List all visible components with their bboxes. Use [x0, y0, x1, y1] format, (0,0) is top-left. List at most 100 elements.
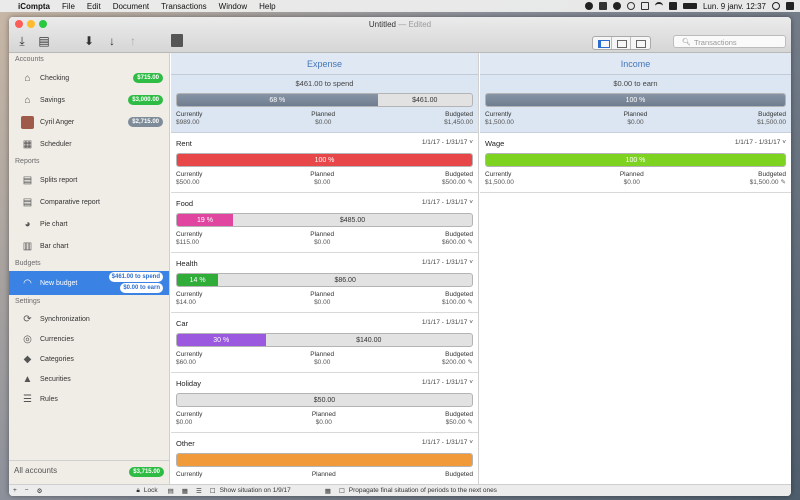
- sync-icon: ⟳: [23, 313, 32, 325]
- lock-label[interactable]: Lock: [144, 487, 158, 494]
- sidebar-item-comparative-report[interactable]: ▤ Comparative report: [9, 191, 169, 213]
- category-name: Health: [176, 259, 198, 268]
- planned-amount: $0.00: [314, 299, 331, 306]
- print-icon[interactable]: ▤: [37, 34, 51, 48]
- history-icon[interactable]: [626, 2, 635, 10]
- income-budget-row[interactable]: Wage 1/1/17 - 1/31/17 ˅ 100 % Currently $1,5…: [480, 133, 791, 193]
- sidebar-item-securities[interactable]: ▲ Securities: [9, 369, 169, 389]
- situation-checkbox[interactable]: ☐: [206, 487, 220, 495]
- expense-budget-row[interactable]: Holiday 1/1/17 - 1/31/17 ˅ $50.00 Currently…: [171, 373, 478, 433]
- sidebar-item-rules[interactable]: ☰ Rules: [9, 389, 169, 409]
- all-accounts-label[interactable]: All accounts: [14, 466, 57, 475]
- period-dates[interactable]: 1/1/17 - 1/31/17 ˅: [422, 139, 473, 151]
- sidebar-item-label: Cyril Anger: [40, 118, 75, 126]
- planned-column: Planned $0.00: [310, 291, 334, 307]
- sidebar-item-pie-chart[interactable]: ◕ Pie chart: [9, 213, 169, 235]
- settings-icon[interactable]: ⚙: [33, 487, 47, 495]
- view-mode-control[interactable]: [592, 36, 651, 50]
- notification-center-icon[interactable]: [786, 2, 794, 10]
- currently-column: Currently $14.00: [176, 291, 202, 307]
- calculator-icon[interactable]: [171, 34, 183, 47]
- sidebar-item-new-budget[interactable]: ◠ New budget $461.00 to spend $0.00 to e…: [9, 271, 169, 295]
- expense-budget-row[interactable]: Other 1/1/17 - 1/31/17 ˅ Currently Planned B…: [171, 433, 478, 484]
- split-view-icon[interactable]: [612, 37, 631, 49]
- expense-budget-row[interactable]: Food 1/1/17 - 1/31/17 ˅ 19 % $485.00 Current…: [171, 193, 478, 253]
- status-icon-3[interactable]: [612, 2, 621, 10]
- dropbox-icon[interactable]: [598, 2, 607, 10]
- lock-icon[interactable]: 🔒︎: [132, 487, 143, 495]
- pencil-icon[interactable]: ✎: [468, 299, 473, 306]
- planned-label: Planned: [311, 111, 336, 118]
- bluetooth-icon[interactable]: [640, 2, 649, 10]
- sidebar-item-currencies[interactable]: ◎ Currencies: [9, 329, 169, 349]
- row-stats: Currently $115.00 Planned $0.00 Budgeted $600…: [176, 231, 473, 247]
- calendar-icon[interactable]: ▦: [321, 487, 335, 495]
- download-circle-icon[interactable]: ⬇: [82, 34, 96, 48]
- period-dates[interactable]: 1/1/17 - 1/31/17 ˅: [422, 439, 473, 451]
- volume-icon[interactable]: [668, 2, 677, 10]
- menu-clock[interactable]: Lun. 9 janv. 12:37: [703, 2, 766, 11]
- period-dates[interactable]: 1/1/17 - 1/31/17 ˅: [422, 379, 473, 391]
- report-icon: ▤: [22, 174, 33, 186]
- menu-edit[interactable]: Edit: [81, 2, 107, 11]
- detail-view-icon[interactable]: [631, 37, 650, 49]
- sidebar-item-cyril-anger[interactable]: Cyril Anger $2,715.00: [9, 111, 169, 133]
- period-dates[interactable]: 1/1/17 - 1/31/17 ˅: [422, 259, 473, 271]
- sidebar-item-scheduler[interactable]: ▦ Scheduler: [9, 133, 169, 155]
- budget-fill: 30 %: [177, 334, 266, 346]
- menu-help[interactable]: Help: [253, 2, 281, 11]
- import-icon[interactable]: ⤓: [15, 34, 29, 48]
- propagate-label[interactable]: Propagate final situation of periods to …: [349, 487, 497, 494]
- expense-budget-row[interactable]: Health 1/1/17 - 1/31/17 ˅ 14 % $86.00 Curren…: [171, 253, 478, 313]
- currently-column: Currently $60.00: [176, 351, 202, 367]
- pencil-icon[interactable]: ✎: [468, 239, 473, 246]
- expense-items: Rent 1/1/17 - 1/31/17 ˅ 100 % Currently $500…: [171, 133, 478, 484]
- battery-icon[interactable]: [682, 3, 697, 9]
- menu-transactions[interactable]: Transactions: [155, 2, 213, 11]
- pencil-icon[interactable]: ✎: [468, 419, 473, 426]
- budgeted-column: Budgeted $1,500.00 ✎: [750, 171, 786, 187]
- remove-icon[interactable]: −: [21, 487, 33, 494]
- currently-value: $989.00: [176, 119, 200, 126]
- wifi-icon[interactable]: [654, 2, 663, 10]
- expense-budget-row[interactable]: Car 1/1/17 - 1/31/17 ˅ 30 % $140.00 Currentl…: [171, 313, 478, 373]
- list-view-icon[interactable]: ▤: [164, 487, 178, 495]
- planned-value: $0.00: [315, 119, 332, 126]
- planned-column: Planned $0.00: [310, 231, 334, 247]
- sidebar-item-bar-chart[interactable]: ▥ Bar chart: [9, 235, 169, 257]
- sidebar-item-synchronization[interactable]: ⟳ Synchronization: [9, 309, 169, 329]
- arrow-up-icon[interactable]: ↑: [126, 34, 140, 48]
- arrow-down-icon[interactable]: ↓: [105, 34, 119, 48]
- bank-icon: ⌂: [24, 72, 31, 84]
- status-icon-1[interactable]: [584, 2, 593, 10]
- propagate-checkbox[interactable]: ☐: [335, 487, 349, 495]
- to-spend-label: $461.00 to spend: [295, 79, 354, 88]
- menu-app-name[interactable]: iCompta: [12, 2, 56, 11]
- period-dates[interactable]: 1/1/17 - 1/31/17 ˅: [422, 199, 473, 211]
- search-field[interactable]: 🔍︎ Transactions: [673, 35, 786, 48]
- spotlight-icon[interactable]: [772, 2, 780, 10]
- sidebar-view-icon[interactable]: [593, 37, 612, 49]
- sidebar-item-checking[interactable]: ⌂ Checking $715.00: [9, 67, 169, 89]
- period-dates[interactable]: 1/1/17 - 1/31/17 ˅: [422, 319, 473, 331]
- pencil-icon[interactable]: ✎: [781, 179, 786, 186]
- show-situation-label[interactable]: Show situation on 1/9/17: [220, 487, 291, 494]
- pencil-icon[interactable]: ✎: [468, 359, 473, 366]
- pencil-icon[interactable]: ✎: [468, 179, 473, 186]
- income-header: Income: [480, 53, 791, 75]
- menu-file[interactable]: File: [56, 2, 81, 11]
- expense-budget-row[interactable]: Rent 1/1/17 - 1/31/17 ˅ 100 % Currently $500…: [171, 133, 478, 193]
- menu-view-icon[interactable]: ☰: [192, 487, 206, 495]
- print-view-icon[interactable]: ▦: [178, 487, 192, 495]
- sidebar-item-savings[interactable]: ⌂ Savings $3,000.00: [9, 89, 169, 111]
- period-dates[interactable]: 1/1/17 - 1/31/17 ˅: [735, 139, 786, 151]
- add-icon[interactable]: +: [9, 487, 21, 494]
- budget-bar: 100 %: [176, 153, 473, 167]
- menu-window[interactable]: Window: [213, 2, 253, 11]
- tag-icon: ◆: [23, 353, 32, 365]
- menu-document[interactable]: Document: [107, 2, 155, 11]
- app-window: Untitled — Edited ⤓ ▤ ⬇ ↓ ↑ 🔍︎ Transacti…: [9, 17, 791, 496]
- sidebar-item-splits-report[interactable]: ▤ Splits report: [9, 169, 169, 191]
- row-stats: Currently $500.00 Planned $0.00 Budgeted $500…: [176, 171, 473, 187]
- sidebar-item-categories[interactable]: ◆ Categories: [9, 349, 169, 369]
